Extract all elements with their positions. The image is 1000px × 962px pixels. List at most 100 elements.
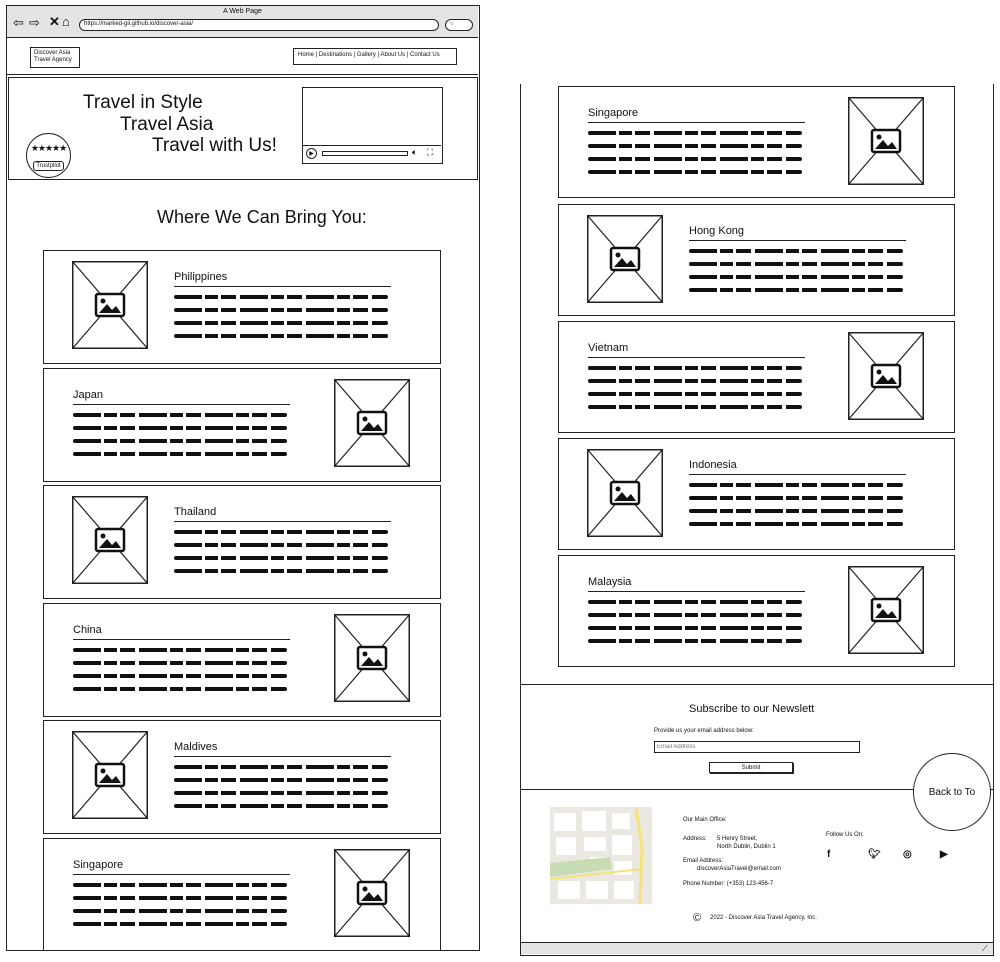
window-bottom-edge: [6, 950, 480, 962]
placeholder-text-line: [588, 379, 802, 383]
hero-section: Travel in Style Travel Asia Travel with …: [8, 77, 478, 180]
email-label: Email Address:: [683, 858, 724, 864]
trustpilot-badge[interactable]: ★★★★★ Trustpilot: [26, 133, 71, 178]
placeholder-text-line: [588, 392, 802, 396]
card-title: China: [73, 623, 102, 636]
search-icon: ○: [450, 21, 454, 27]
phone-number: Phone Number: (+353) 123-456-7: [683, 881, 774, 887]
card-title: Hong Kong: [689, 225, 745, 237]
title-underline: [588, 122, 805, 123]
fullscreen-icon[interactable]: ⛶: [427, 147, 433, 158]
image-placeholder-icon: [72, 731, 148, 819]
destination-card-vietnam[interactable]: Vietnam: [558, 321, 955, 433]
placeholder-text-line: [73, 908, 287, 913]
title-underline: [73, 873, 290, 875]
nav-home[interactable]: Home: [298, 52, 314, 58]
image-placeholder-icon: [848, 566, 924, 654]
twitter-icon[interactable]: 🐦︎: [868, 849, 881, 860]
title-underline: [174, 756, 391, 757]
image-placeholder-icon: [587, 449, 663, 537]
placeholder-text-line: [73, 686, 287, 691]
placeholder-text-line: [73, 660, 287, 665]
back-to-top-button[interactable]: Back to To: [913, 753, 991, 831]
placeholder-text-line: [73, 451, 287, 456]
card-title: Indonesia: [689, 459, 737, 471]
destination-card-indonesia[interactable]: Indonesia: [558, 438, 955, 550]
placeholder-text-line: [689, 496, 903, 500]
placeholder-text-line: [174, 295, 388, 299]
newsletter-prompt: Provide us your email address below:: [654, 728, 754, 734]
footer-bottom-bar: [521, 942, 993, 954]
volume-icon[interactable]: 🔈︎: [412, 147, 417, 158]
play-icon[interactable]: ▶: [306, 148, 317, 159]
progress-bar[interactable]: [322, 151, 408, 156]
hero-line-1: Travel in Style: [83, 92, 203, 113]
destination-card-singapore[interactable]: Singapore: [558, 86, 955, 198]
card-title: Philippines: [174, 271, 228, 283]
video-player[interactable]: ▶ 🔈︎ ⛶: [302, 87, 443, 164]
placeholder-text-line: [689, 249, 903, 253]
placeholder-text-line: [588, 131, 802, 135]
image-placeholder-icon: [587, 215, 663, 303]
destination-card-japan[interactable]: Japan: [43, 367, 441, 482]
placeholder-text-line: [588, 626, 802, 630]
placeholder-text-line: [73, 425, 287, 430]
stop-icon[interactable]: ✕: [49, 15, 60, 28]
image-placeholder-icon: [72, 496, 148, 584]
address-label: Address:: [683, 836, 707, 842]
placeholder-text-line: [689, 483, 903, 487]
placeholder-text-line: [174, 543, 388, 547]
youtube-icon[interactable]: ▶: [940, 849, 948, 860]
placeholder-text-line: [588, 600, 802, 604]
destination-card-china[interactable]: China: [43, 602, 441, 717]
browser-titlebar: A Web Page ⇦ ⇨ ✕ ⌂ https://marked-gil.gi…: [7, 6, 478, 38]
destination-card-thailand[interactable]: Thailand: [43, 485, 441, 599]
site-logo[interactable]: Discover Asia Travel Agency: [30, 47, 80, 68]
placeholder-text-line: [588, 170, 802, 174]
email-value[interactable]: discoverAsiaTravel@email.com: [697, 866, 781, 872]
placeholder-text-line: [174, 308, 388, 312]
back-arrow-icon[interactable]: ⇦: [13, 16, 24, 29]
destination-card-singapore[interactable]: Singapore: [43, 837, 441, 952]
follow-label: Follow Us On:: [826, 832, 864, 838]
card-title: Maldives: [174, 741, 218, 753]
nav-destinations[interactable]: Destinations: [319, 52, 352, 58]
placeholder-text-line: [588, 366, 802, 370]
title-underline: [689, 474, 906, 475]
nav-about-us[interactable]: About Us: [380, 52, 405, 58]
placeholder-text-line: [174, 334, 388, 338]
card-title: Thailand: [174, 506, 217, 518]
nav-gallery[interactable]: Gallery: [357, 52, 376, 58]
title-underline: [73, 638, 290, 640]
placeholder-text-line: [73, 412, 287, 417]
placeholder-text-line: [588, 157, 802, 161]
destination-card-malaysia[interactable]: Malaysia: [558, 555, 955, 667]
placeholder-text-line: [689, 262, 903, 266]
nav-contact-us[interactable]: Contact Us: [410, 52, 440, 58]
destination-card-maldives[interactable]: Maldives: [43, 720, 441, 834]
email-field[interactable]: [654, 741, 860, 753]
image-placeholder-icon: [334, 613, 410, 702]
header-divider: [7, 74, 478, 75]
resize-grip-icon[interactable]: ⟋: [982, 944, 988, 954]
title-underline: [174, 521, 391, 522]
title-underline: [588, 591, 805, 592]
placeholder-text-line: [73, 921, 287, 926]
location-map[interactable]: [550, 807, 652, 904]
destination-card-philippines[interactable]: Philippines: [43, 250, 441, 364]
search-box[interactable]: ○: [445, 19, 473, 31]
instagram-icon[interactable]: ◎: [903, 849, 912, 860]
address-bar[interactable]: https://marked-gil.github.io/discover-as…: [79, 19, 439, 31]
copyright-icon: ©: [693, 912, 702, 924]
home-icon[interactable]: ⌂: [62, 15, 70, 28]
destination-card-hong-kong[interactable]: Hong Kong: [558, 204, 955, 316]
submit-button[interactable]: Submit: [709, 762, 793, 773]
forward-arrow-icon[interactable]: ⇨: [29, 16, 40, 29]
placeholder-text-line: [588, 639, 802, 643]
placeholder-text-line: [174, 765, 388, 769]
trustpilot-label: Trustpilot: [33, 161, 64, 171]
placeholder-text-line: [73, 438, 287, 443]
facebook-icon[interactable]: f: [827, 849, 830, 860]
newsletter-heading: Subscribe to our Newslett: [689, 703, 815, 715]
placeholder-text-line: [174, 778, 388, 782]
